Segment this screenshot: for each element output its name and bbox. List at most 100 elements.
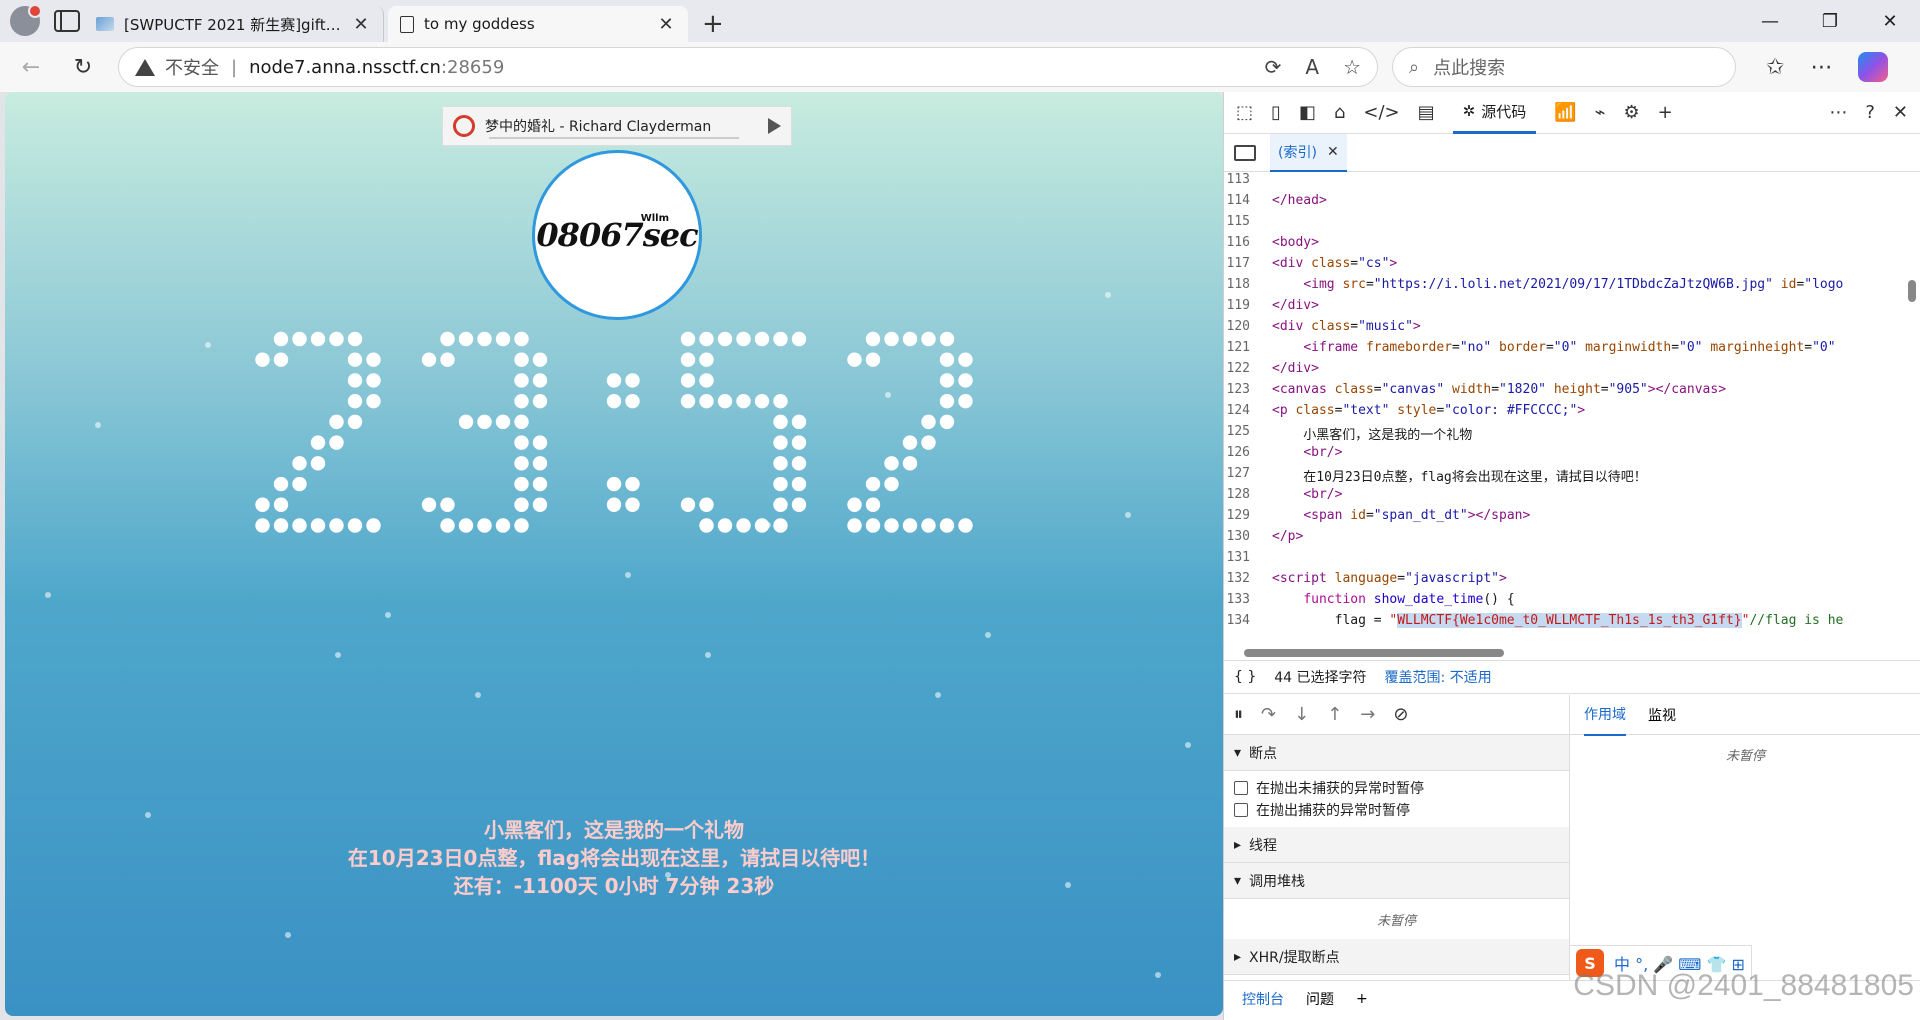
new-tab-button[interactable]: + [702,6,724,42]
line-number[interactable]: 126 [1224,445,1272,466]
line-number[interactable]: 123 [1224,382,1272,403]
section-xhr-breakpoints[interactable]: ▸ XHR/提取断点 [1224,939,1569,975]
more-icon[interactable]: ⋯ [1810,55,1832,80]
add-drawer-tab-icon[interactable]: + [1356,991,1368,1007]
code-line[interactable]: 129 <span id="span_dt_dt"></span> [1224,508,1920,529]
code-line[interactable]: 115 [1224,214,1920,235]
code-line[interactable]: 133 function show_date_time() { [1224,592,1920,613]
search-input[interactable]: ⌕ 点此搜索 [1392,47,1736,87]
elements-icon[interactable]: </> [1363,102,1399,123]
line-number[interactable]: 120 [1224,319,1272,340]
code-line[interactable]: 113 [1224,172,1920,193]
line-number[interactable]: 118 [1224,277,1272,298]
tab-actions-icon[interactable] [54,10,80,32]
settings-gear-icon[interactable]: ⚙ [1623,102,1639,123]
favorites-icon[interactable]: ✩ [1766,55,1784,80]
url-input[interactable]: 不安全 | node7.anna.nssctf.cn :28659 ⟳ A ☆ [118,47,1378,87]
file-tab-index[interactable]: (索引) ✕ [1270,133,1347,172]
favorite-star-icon[interactable]: ☆ [1343,55,1361,79]
profile-avatar[interactable] [10,4,42,36]
code-line[interactable]: 130 </p> [1224,529,1920,550]
close-icon[interactable]: ✕ [351,14,371,35]
code-line[interactable]: 118 <img src="https://i.loli.net/2021/09… [1224,277,1920,298]
pause-icon[interactable]: ⏸ [1234,704,1243,725]
line-number[interactable]: 124 [1224,403,1272,424]
dock-icon[interactable]: ◧ [1299,102,1316,123]
line-number[interactable]: 113 [1224,172,1272,193]
close-devtools-icon[interactable]: ✕ [1893,102,1908,123]
line-number[interactable]: 127 [1224,466,1272,487]
line-number[interactable]: 128 [1224,487,1272,508]
deactivate-breakpoints-icon[interactable]: ⊘ [1393,704,1408,725]
code-line[interactable]: 125 小黑客们，这是我的一个礼物 [1224,424,1920,445]
maximize-button[interactable]: ❐ [1800,0,1860,42]
step-over-icon[interactable]: ↷ [1261,704,1276,725]
more-tools-icon[interactable]: ⋯ [1829,102,1847,123]
section-threads[interactable]: ▸ 线程 [1224,827,1569,863]
warning-icon[interactable] [135,58,155,76]
line-number[interactable]: 125 [1224,424,1272,445]
read-aloud-icon[interactable]: A [1305,55,1319,79]
tab-issues[interactable]: 问题 [1306,989,1334,1009]
tab-scope[interactable]: 作用域 [1584,694,1626,736]
console-icon[interactable]: ▤ [1418,102,1435,123]
line-number[interactable]: 133 [1224,592,1272,613]
code-line[interactable]: 119 </div> [1224,298,1920,319]
line-number[interactable]: 119 [1224,298,1272,319]
help-icon[interactable]: ? [1865,102,1875,123]
line-number[interactable]: 122 [1224,361,1272,382]
add-tool-icon[interactable]: + [1658,102,1673,123]
line-number[interactable]: 129 [1224,508,1272,529]
section-callstack[interactable]: ▾ 调用堆栈 [1224,863,1569,899]
inspect-icon[interactable]: ⬚ [1236,102,1253,123]
code-line[interactable]: 123 <canvas class="canvas" width="1820" h… [1224,382,1920,403]
code-editor[interactable]: 113 114 </head> 115 116 <body> 117 <div class="… [1224,172,1920,647]
close-icon[interactable]: ✕ [1327,144,1339,160]
copilot-icon[interactable] [1858,52,1889,82]
line-number[interactable]: 121 [1224,340,1272,361]
step-into-icon[interactable]: ↓ [1294,704,1309,725]
pause-caught-option[interactable]: 在抛出捕获的异常时暂停 [1224,799,1569,821]
coverage-link[interactable]: 覆盖范围: 不适用 [1385,667,1492,687]
code-line[interactable]: 114 </head> [1224,193,1920,214]
code-line[interactable]: 127 在10月23日0点整，flag将会出现在这里，请拭目以待吧！ [1224,466,1920,487]
line-number[interactable]: 132 [1224,571,1272,592]
line-number[interactable]: 131 [1224,550,1272,571]
line-number[interactable]: 117 [1224,256,1272,277]
line-number[interactable]: 130 [1224,529,1272,550]
pause-uncaught-option[interactable]: 在抛出未捕获的异常时暂停 [1224,777,1569,799]
line-number[interactable]: 116 [1224,235,1272,256]
step-out-icon[interactable]: ↑ [1327,704,1342,725]
code-line[interactable]: 132 <script language="javascript"> [1224,571,1920,592]
close-icon[interactable]: ✕ [656,14,676,35]
line-number[interactable]: 114 [1224,193,1272,214]
code-line[interactable]: 116 <body> [1224,235,1920,256]
checkbox[interactable] [1234,781,1248,795]
step-icon[interactable]: → [1360,704,1375,725]
section-breakpoints[interactable]: ▾ 断点 [1224,735,1569,771]
line-number[interactable]: 134 [1224,613,1272,634]
app-available-icon[interactable]: ⟳ [1265,55,1282,79]
tab-sources[interactable]: ✲ 源代码 [1452,92,1537,134]
code-line[interactable]: 131 [1224,550,1920,571]
code-line[interactable]: 128 <br/> [1224,487,1920,508]
code-line[interactable]: 124 <p class="text" style="color: #FFCCCC… [1224,403,1920,424]
code-line[interactable]: 120 <div class="music"> [1224,319,1920,340]
security-label[interactable]: 不安全 [165,54,219,80]
line-number[interactable]: 115 [1224,214,1272,235]
reload-button[interactable]: ↻ [62,46,104,88]
pretty-print-button[interactable]: { } [1234,669,1256,685]
code-vertical-scrollbar[interactable] [1908,280,1916,302]
tab-watch[interactable]: 监视 [1648,705,1676,725]
welcome-home-icon[interactable]: ⌂ [1334,102,1345,123]
code-line[interactable]: 121 <iframe frameborder="no" border="0" … [1224,340,1920,361]
tab-to-my-goddess[interactable]: to my goddess ✕ [388,6,688,42]
tab-swpuctf[interactable]: [SWPUCTF 2021 新生赛]gift_F12 | ✕ [84,6,384,42]
code-line[interactable]: 122 </div> [1224,361,1920,382]
tab-console[interactable]: 控制台 [1242,989,1284,1009]
checkbox[interactable] [1234,803,1248,817]
minimize-button[interactable]: — [1740,0,1800,42]
performance-icon[interactable]: ⌁ [1595,102,1606,123]
network-icon[interactable]: 📶 [1554,102,1576,123]
code-line[interactable]: 117 <div class="cs"> [1224,256,1920,277]
